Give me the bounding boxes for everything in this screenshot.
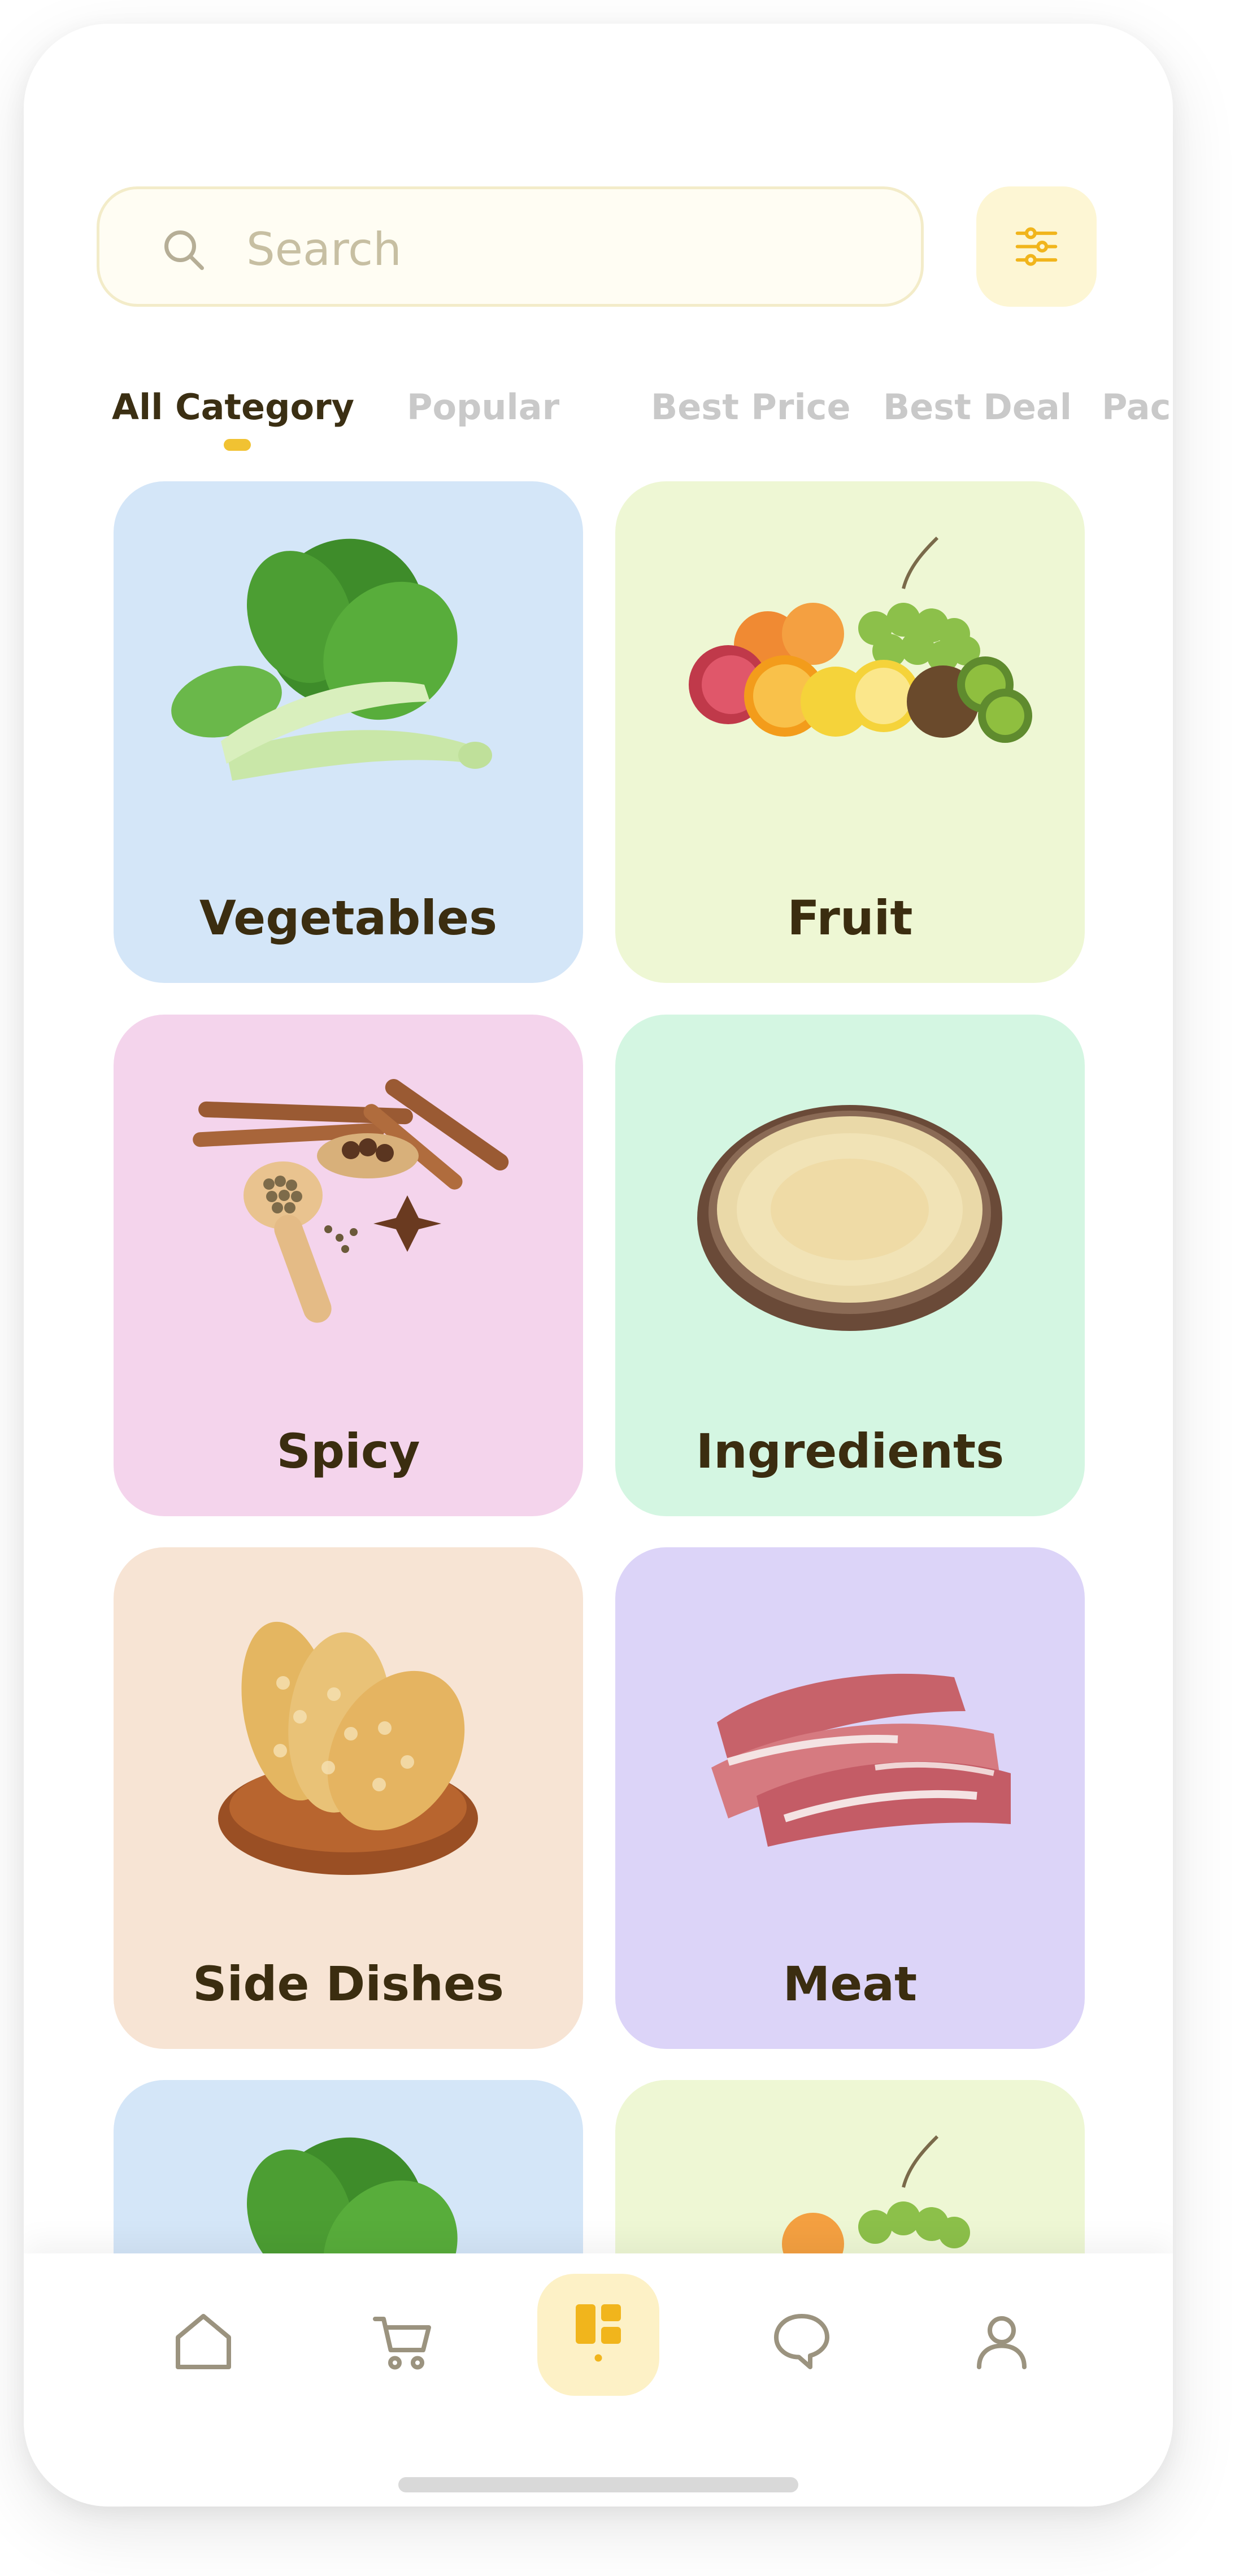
- tab-all-category[interactable]: All Category: [112, 386, 354, 428]
- filter-button[interactable]: [976, 186, 1097, 307]
- bottom-navigation: [24, 2253, 1173, 2507]
- bok-choy-image: [171, 538, 492, 781]
- category-label: Side Dishes: [193, 1956, 504, 2012]
- category-card-fruit[interactable]: Fruit: [615, 481, 1085, 983]
- sliders-icon: [1015, 227, 1058, 266]
- spices-image: [193, 1079, 509, 1323]
- home-icon: [176, 2314, 231, 2369]
- tab-package[interactable]: Package: [1102, 386, 1173, 428]
- tab-best-deal[interactable]: Best Deal: [883, 386, 1072, 428]
- nav-chat[interactable]: [768, 2308, 836, 2375]
- tab-popular[interactable]: Popular: [407, 386, 559, 428]
- category-label: Ingredients: [695, 1424, 1005, 1479]
- category-label: Meat: [782, 1956, 918, 2012]
- tab-best-price[interactable]: Best Price: [651, 386, 851, 428]
- nav-home[interactable]: [169, 2308, 237, 2375]
- category-tabs: All Category Popular Best Price Best Dea…: [112, 386, 1173, 454]
- chat-icon: [774, 2314, 829, 2369]
- nav-category[interactable]: [564, 2296, 632, 2364]
- search-icon: [164, 230, 204, 270]
- phone-screen: All Category Popular Best Price Best Dea…: [24, 24, 1173, 2507]
- category-card-spicy[interactable]: Spicy: [114, 1015, 583, 1516]
- cart-icon: [373, 2317, 431, 2370]
- nav-profile[interactable]: [968, 2308, 1036, 2375]
- category-label: Vegetables: [199, 890, 498, 946]
- search-bar[interactable]: [97, 186, 924, 307]
- category-label: Spicy: [276, 1424, 420, 1479]
- category-card-ingredients[interactable]: Ingredients: [615, 1015, 1085, 1516]
- tempeh-image: [218, 1621, 478, 1875]
- category-card-side-dishes[interactable]: Side Dishes: [114, 1547, 583, 2049]
- home-indicator[interactable]: [398, 2477, 798, 2492]
- user-icon: [977, 2316, 1027, 2369]
- category-card-meat[interactable]: Meat: [615, 1547, 1085, 2049]
- search-input[interactable]: [245, 206, 897, 292]
- nav-cart[interactable]: [369, 2308, 437, 2375]
- category-label: Fruit: [787, 890, 913, 946]
- active-tab-indicator: [224, 439, 251, 451]
- fruit-pile-image: [689, 536, 1032, 743]
- grid-icon: [576, 2304, 621, 2362]
- category-card-vegetables[interactable]: Vegetables: [114, 481, 583, 983]
- rice-bowl-image: [697, 1105, 1002, 1331]
- steak-image: [711, 1673, 1011, 1847]
